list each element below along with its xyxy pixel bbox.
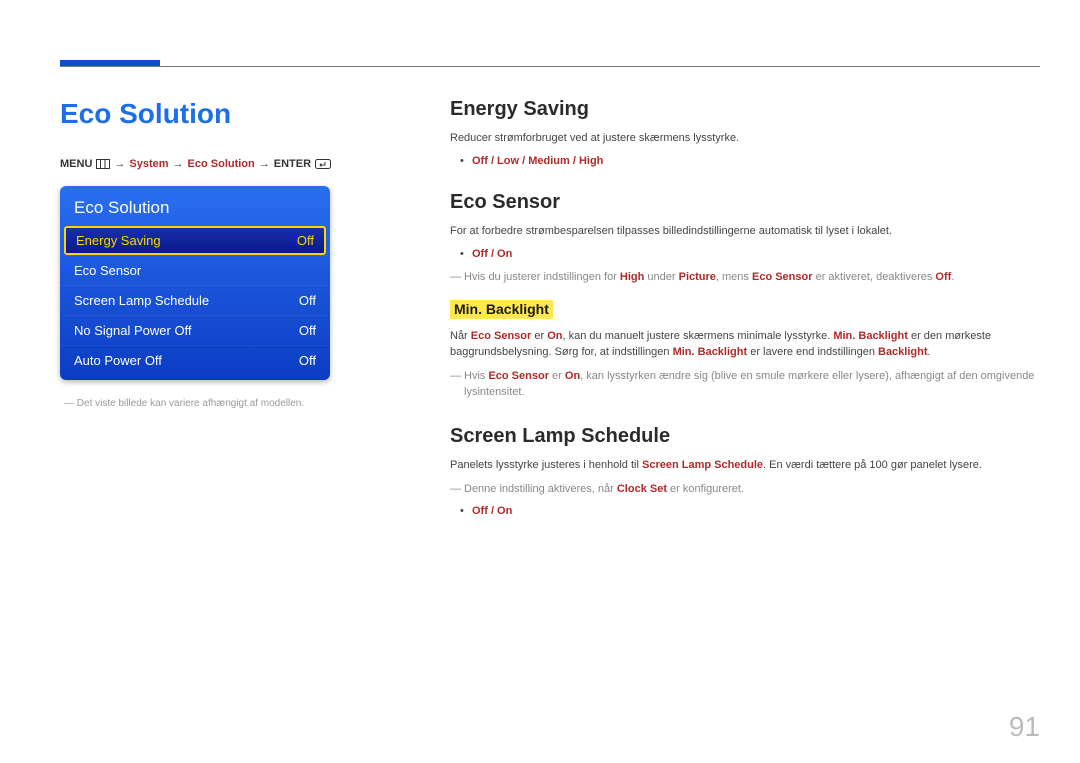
t: Eco Sensor <box>752 271 813 283</box>
t: Hvis du justerer indstillingen for <box>464 271 620 283</box>
page-content: Eco Solution MENU → System → Eco Solutio… <box>60 98 1040 527</box>
breadcrumb-menu: MENU <box>60 158 92 170</box>
t: Når <box>450 330 471 342</box>
breadcrumb-arrow: → <box>173 158 184 170</box>
right-column: Energy Saving Reducer strømforbruget ved… <box>450 98 1040 527</box>
osd-row-value: Off <box>299 323 316 338</box>
osd-row-no-signal-power-off[interactable]: No Signal Power Off Off <box>60 315 330 345</box>
t: . <box>951 271 954 283</box>
t: High <box>620 271 644 283</box>
t: Min. Backlight <box>673 346 748 358</box>
screen-lamp-desc: Panelets lysstyrke justeres i henhold ti… <box>450 458 1040 474</box>
t: , mens <box>716 271 752 283</box>
min-backlight-desc: Når Eco Sensor er On, kan du manuelt jus… <box>450 329 1040 361</box>
osd-footnote-text: Det viste billede kan variere afhængigt … <box>77 398 304 409</box>
left-column: Eco Solution MENU → System → Eco Solutio… <box>60 98 410 527</box>
t: . En værdi tættere på 100 gør panelet ly… <box>763 459 982 471</box>
t: Denne indstilling aktiveres, når <box>464 483 617 495</box>
t: Off <box>935 271 951 283</box>
t: On <box>547 330 562 342</box>
heading-min-backlight: Min. Backlight <box>450 300 553 319</box>
osd-row-screen-lamp-schedule[interactable]: Screen Lamp Schedule Off <box>60 285 330 315</box>
t: er lavere end indstillingen <box>747 346 878 358</box>
t: er aktiveret, deaktiveres <box>813 271 936 283</box>
page-number: 91 <box>1009 711 1040 743</box>
t: er <box>549 370 565 382</box>
osd-row-value: Off <box>299 353 316 368</box>
options-text: Off / Low / Medium / High <box>472 155 603 167</box>
options-text: Off / On <box>472 248 512 260</box>
osd-row-label: Energy Saving <box>76 233 161 248</box>
breadcrumb: MENU → System → Eco Solution → ENTER <box>60 158 410 170</box>
screen-lamp-options: Off / On <box>450 505 1040 517</box>
osd-row-label: Screen Lamp Schedule <box>74 293 209 308</box>
t: Eco Sensor <box>471 330 532 342</box>
breadcrumb-enter: ENTER <box>274 158 311 170</box>
t: , kan du manuelt justere skærmens minima… <box>563 330 834 342</box>
t: Backlight <box>878 346 928 358</box>
osd-title: Eco Solution <box>60 186 330 226</box>
t: Hvis <box>464 370 488 382</box>
t: On <box>565 370 580 382</box>
osd-footnote: ― Det viste billede kan variere afhængig… <box>64 398 410 409</box>
osd-row-energy-saving[interactable]: Energy Saving Off <box>64 226 326 255</box>
page-title: Eco Solution <box>60 98 410 130</box>
osd-row-auto-power-off[interactable]: Auto Power Off Off <box>60 345 330 380</box>
osd-row-label: Auto Power Off <box>74 353 162 368</box>
eco-sensor-note: Hvis du justerer indstillingen for High … <box>450 270 1040 286</box>
t: er konfigureret. <box>667 483 744 495</box>
enter-icon <box>315 159 331 169</box>
t: Panelets lysstyrke justeres i henhold ti… <box>450 459 642 471</box>
screen-lamp-note: Denne indstilling aktiveres, når Clock S… <box>450 482 1040 498</box>
osd-row-label: Eco Sensor <box>74 263 141 278</box>
t: Picture <box>679 271 716 283</box>
t: . <box>928 346 931 358</box>
energy-saving-desc: Reducer strømforbruget ved at justere sk… <box>450 131 1040 147</box>
t: Screen Lamp Schedule <box>642 459 763 471</box>
t: er <box>531 330 547 342</box>
heading-energy-saving: Energy Saving <box>450 98 1040 121</box>
t: Eco Sensor <box>488 370 549 382</box>
heading-eco-sensor: Eco Sensor <box>450 191 1040 214</box>
osd-row-value: Off <box>297 233 314 248</box>
min-backlight-note: Hvis Eco Sensor er On, kan lysstyrken æn… <box>450 369 1040 401</box>
osd-row-value: Off <box>299 293 316 308</box>
t: under <box>644 271 678 283</box>
options-text: Off / On <box>472 505 512 517</box>
osd-row-eco-sensor[interactable]: Eco Sensor <box>60 255 330 285</box>
breadcrumb-arrow: → <box>259 158 270 170</box>
eco-sensor-options: Off / On <box>450 248 1040 260</box>
t: Clock Set <box>617 483 667 495</box>
energy-saving-options: Off / Low / Medium / High <box>450 155 1040 167</box>
breadcrumb-eco: Eco Solution <box>188 158 255 170</box>
eco-sensor-desc: For at forbedre strømbesparelsen tilpass… <box>450 224 1040 240</box>
heading-screen-lamp-schedule: Screen Lamp Schedule <box>450 425 1040 448</box>
breadcrumb-system: System <box>129 158 168 170</box>
menu-icon <box>96 159 110 169</box>
header-rule <box>60 66 1040 67</box>
osd-panel: Eco Solution Energy Saving Off Eco Senso… <box>60 186 330 380</box>
breadcrumb-arrow: → <box>114 158 125 170</box>
osd-row-label: No Signal Power Off <box>74 323 192 338</box>
t: Min. Backlight <box>833 330 908 342</box>
header-accent <box>60 60 160 66</box>
